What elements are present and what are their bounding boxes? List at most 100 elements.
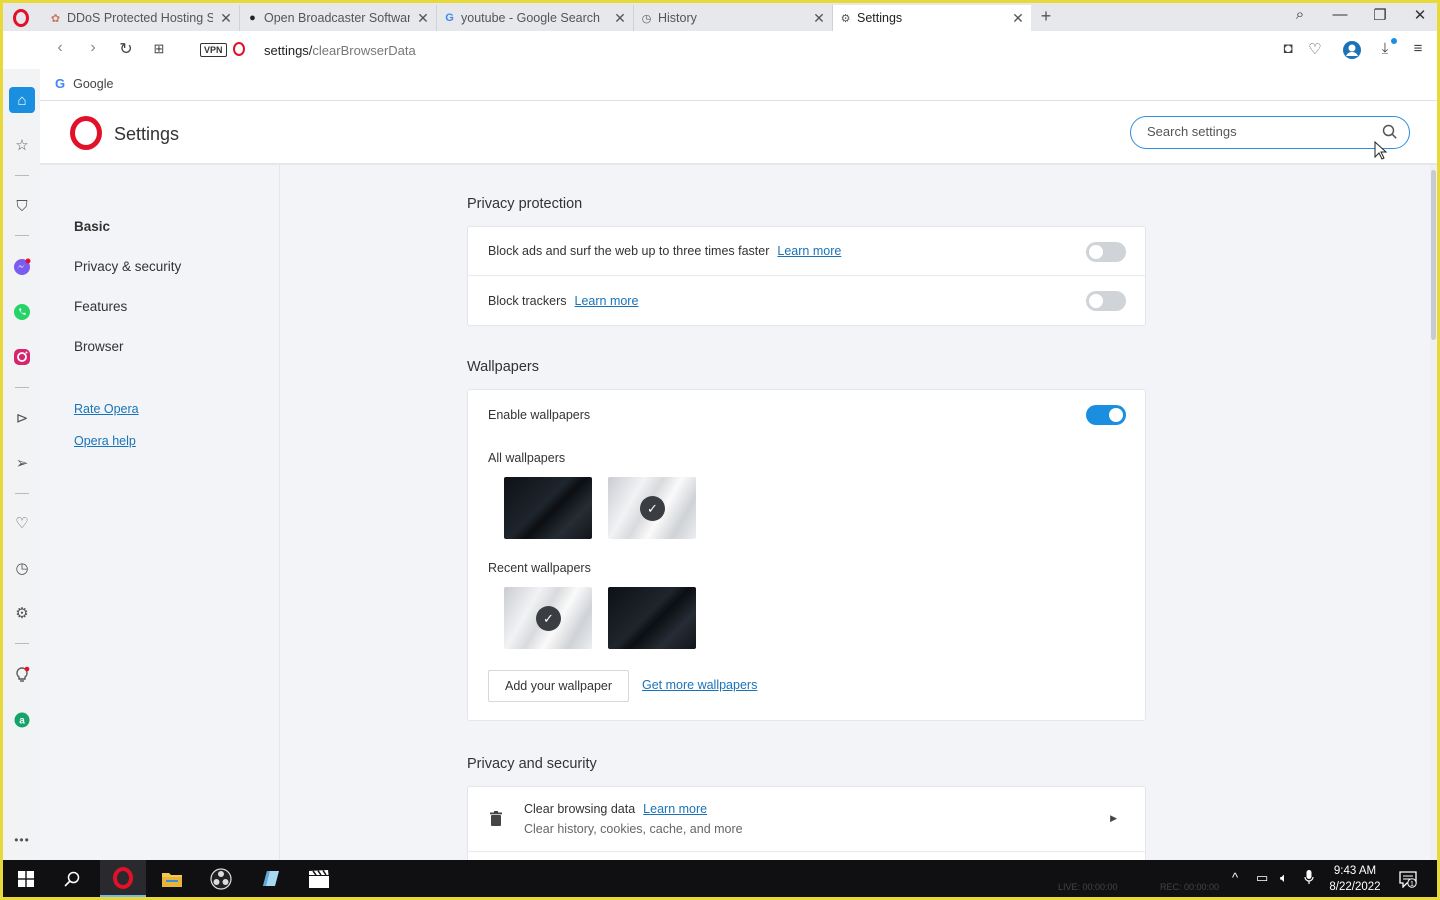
easy-setup-menu-icon[interactable]: ≡ — [1408, 40, 1428, 57]
messenger-icon[interactable] — [9, 254, 35, 280]
back-button[interactable]: ‹ — [49, 39, 71, 57]
search-settings-field[interactable] — [1130, 116, 1410, 149]
block-trackers-toggle[interactable] — [1086, 291, 1126, 311]
chevron-right-icon: ▶ — [1110, 813, 1117, 823]
taskbar-clock[interactable]: 9:43 AM 8/22/2022 — [1321, 863, 1389, 895]
tab-google-search[interactable]: G youtube - Google Search ✕ — [437, 5, 634, 31]
scrollbar[interactable] — [1430, 165, 1437, 860]
lightbulb-icon[interactable] — [9, 662, 35, 688]
aria-icon[interactable]: a — [9, 707, 35, 733]
settings-gear-icon[interactable]: ⚙ — [9, 600, 35, 626]
home-icon[interactable]: ⌂ — [9, 87, 35, 113]
privacy-protection-card: Block ads and surf the web up to three t… — [467, 226, 1146, 326]
add-wallpaper-button[interactable]: Add your wallpaper — [488, 670, 630, 702]
url-prefix: settings/ — [264, 43, 313, 58]
tab-settings[interactable]: ⚙ Settings ✕ — [833, 5, 1031, 31]
forward-button[interactable]: › — [82, 39, 104, 57]
nav-item-basic[interactable]: Basic — [74, 219, 110, 234]
learn-more-link[interactable]: Learn more — [575, 294, 639, 308]
google-icon: G — [55, 76, 66, 91]
bookmarks-bar: G Google — [3, 69, 1437, 101]
selected-check-icon: ✓ — [536, 606, 561, 631]
vpn-badge[interactable]: VPN — [200, 43, 227, 57]
search-input[interactable] — [1147, 124, 1372, 139]
file-explorer-icon[interactable] — [149, 860, 195, 897]
profile-avatar[interactable] — [1342, 40, 1362, 64]
reload-button[interactable]: ↻ — [115, 39, 137, 59]
shopping-bag-icon[interactable]: ⛉ — [9, 193, 35, 219]
tab-grid-icon[interactable]: ⊞ — [148, 41, 170, 57]
wallpaper-thumbnail-dark[interactable] — [504, 477, 592, 539]
block-ads-toggle[interactable] — [1086, 242, 1126, 262]
sidebar-divider — [15, 387, 29, 388]
network-icon[interactable]: ▭ — [1256, 870, 1268, 886]
learn-more-link[interactable]: Learn more — [777, 244, 841, 258]
tab-strip: ✿ DDoS Protected Hosting S ✕ ● Open Broa… — [3, 3, 1437, 31]
tab-history[interactable]: ◷ History ✕ — [634, 5, 833, 31]
recent-wallpaper-thumbnail-light[interactable]: ✓ — [504, 587, 592, 649]
clear-browsing-data-row[interactable]: Clear browsing data Learn more Clear hist… — [468, 787, 1145, 851]
tab-ddos[interactable]: ✿ DDoS Protected Hosting S ✕ — [43, 5, 240, 31]
history-clock-icon: ◷ — [641, 12, 652, 25]
notification-center-icon[interactable]: 1 — [1386, 860, 1430, 897]
minimize-button[interactable]: — — [1320, 6, 1360, 23]
search-icon[interactable] — [49, 860, 95, 897]
obs-icon[interactable] — [198, 860, 244, 897]
nav-item-features[interactable]: Features — [74, 299, 127, 314]
bookmark-google[interactable]: G Google — [55, 76, 113, 91]
tab-search-icon[interactable]: ⌕ — [1280, 6, 1320, 23]
whatsapp-icon[interactable] — [9, 299, 35, 325]
close-icon[interactable]: ✕ — [416, 10, 430, 27]
tab-obs[interactable]: ● Open Broadcaster Softwar ✕ — [240, 5, 437, 31]
enable-wallpapers-toggle[interactable] — [1086, 405, 1126, 425]
ddos-site-icon: ✿ — [50, 12, 61, 25]
more-icon[interactable]: ••• — [9, 827, 35, 853]
show-hidden-icons-chevron-icon[interactable]: ^ — [1232, 870, 1238, 885]
close-window-button[interactable]: ✕ — [1400, 6, 1440, 24]
close-icon[interactable]: ✕ — [219, 10, 233, 27]
heart-icon[interactable]: ♡ — [9, 510, 35, 536]
recent-wallpapers-label: Recent wallpapers — [488, 561, 591, 575]
nav-item-privacy-security[interactable]: Privacy & security — [74, 259, 181, 274]
rec-status: REC: 00:00:00 — [1160, 882, 1220, 892]
volume-icon[interactable]: 🔈︎ — [1280, 870, 1288, 886]
get-more-wallpapers-link[interactable]: Get more wallpapers — [642, 678, 757, 692]
star-icon[interactable]: ☆ — [9, 132, 35, 158]
scrollbar-thumb[interactable] — [1431, 170, 1436, 340]
player-icon[interactable]: ⊳ — [9, 405, 35, 431]
snapshot-camera-icon[interactable]: ◘ — [1278, 40, 1298, 57]
learn-more-link[interactable]: Learn more — [643, 802, 707, 816]
notes-app-icon[interactable] — [247, 860, 293, 897]
close-icon[interactable]: ✕ — [812, 10, 826, 27]
opera-site-icon — [233, 42, 245, 56]
windows-taskbar: LIVE: 00:00:00 REC: 00:00:00 ^ ▭ 🔈︎ 9:43… — [3, 860, 1437, 897]
windows-start-icon[interactable] — [3, 860, 49, 897]
nav-item-browser[interactable]: Browser — [74, 339, 124, 354]
block-trackers-row: Block trackers Learn more — [468, 276, 1145, 325]
microphone-icon[interactable] — [1304, 870, 1314, 888]
search-icon[interactable] — [1381, 123, 1399, 141]
new-tab-button[interactable]: + — [1036, 6, 1056, 27]
clear-browsing-data-title: Clear browsing data Learn more — [524, 802, 707, 816]
google-icon: G — [445, 12, 454, 24]
block-ads-label: Block ads and surf the web up to three t… — [488, 244, 770, 258]
heart-icon[interactable]: ♡ — [1305, 40, 1325, 58]
opera-menu-button[interactable] — [7, 5, 35, 31]
row-divider — [468, 851, 1145, 852]
history-clock-icon[interactable]: ◷ — [9, 555, 35, 581]
bookmark-label: Google — [73, 76, 114, 91]
rate-opera-link[interactable]: Rate Opera — [74, 402, 139, 416]
opera-taskbar-icon[interactable] — [100, 860, 146, 897]
send-flow-icon[interactable]: ➢ — [9, 450, 35, 476]
selected-check-icon: ✓ — [640, 496, 665, 521]
url-field[interactable]: settings/clearBrowserData — [264, 43, 416, 58]
restore-button[interactable]: ❐ — [1360, 6, 1400, 24]
close-icon[interactable]: ✕ — [1011, 10, 1025, 27]
close-icon[interactable]: ✕ — [613, 10, 627, 27]
wallpaper-thumbnail-light[interactable]: ✓ — [608, 477, 696, 539]
sidebar-divider — [15, 493, 29, 494]
opera-help-link[interactable]: Opera help — [74, 434, 136, 448]
recent-wallpaper-thumbnail-dark[interactable] — [608, 587, 696, 649]
instagram-icon[interactable] — [9, 344, 35, 370]
clapperboard-icon[interactable] — [296, 860, 342, 897]
